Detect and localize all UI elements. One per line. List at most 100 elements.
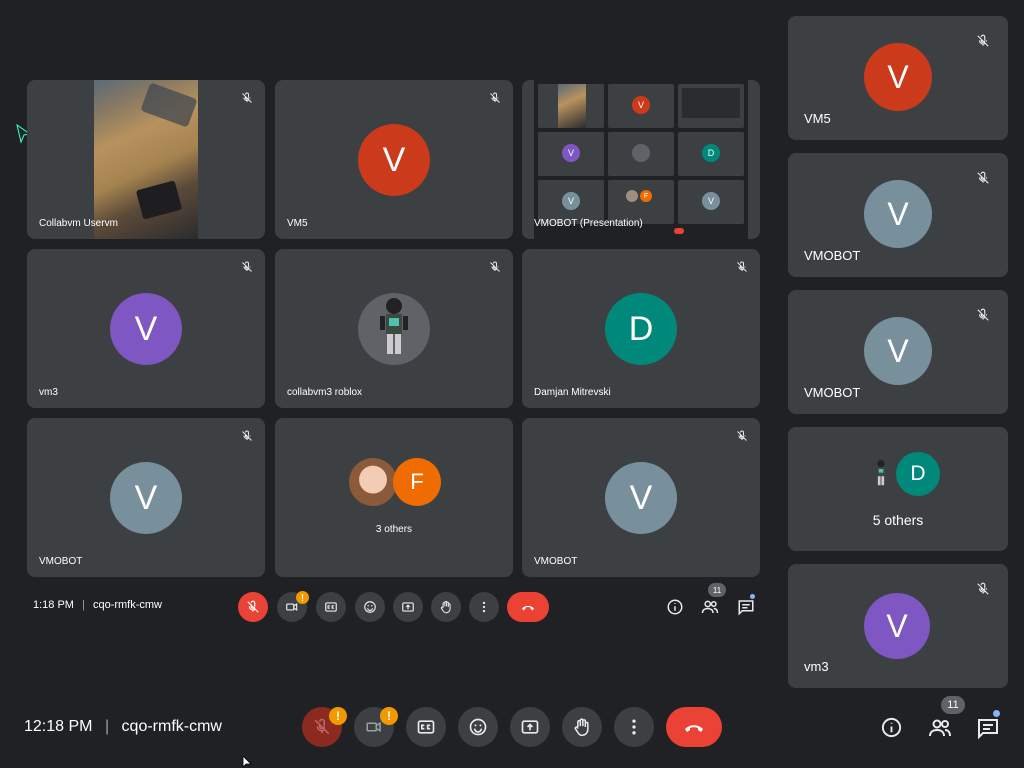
meeting-info: 12:18 PM | cqo-rmfk-cmw [24,718,222,736]
participant-tile-vm5[interactable]: V VM5 [275,80,513,239]
present-screen-icon [402,602,414,612]
avatar: V [358,124,430,196]
participant-tile-others[interactable]: F 3 others [275,418,513,577]
people-count-badge: 11 [708,583,726,597]
mic-off-icon [737,430,747,441]
sidebar-tile-vm3[interactable]: V vm3 [788,564,1008,688]
avatar-initial: V [887,58,909,95]
meeting-time: 1:18 PM [33,599,74,611]
mic-off-icon [977,582,989,595]
more-vert-icon [632,719,636,735]
more-options-button[interactable] [469,592,499,622]
participant-tile-collabvm-uservm[interactable]: Collabvm Uservm [27,80,265,239]
emoji-button[interactable] [458,707,498,747]
raise-hand-button[interactable] [431,592,461,622]
mic-off-icon [490,261,500,272]
end-call-button[interactable] [666,707,722,747]
mic-off-icon [977,308,989,321]
mic-off-icon [242,430,252,441]
emoji-icon [364,601,376,613]
sidebar-tile-vmobot[interactable]: V VMOBOT [788,153,1008,277]
sidebar-tile-vmobot-2[interactable]: V VMOBOT [788,290,1008,414]
hand-icon [440,600,451,614]
participant-tile-vm3[interactable]: V vm3 [27,249,265,408]
emoji-button[interactable] [355,592,385,622]
mic-off-icon [977,171,989,184]
meeting-code: cqo-rmfk-cmw [121,718,222,735]
avatar: V [864,593,930,659]
people-icon[interactable] [928,716,952,740]
captions-icon [325,602,337,612]
avatar: V [110,293,182,365]
participant-name: VM5 [804,111,831,126]
raise-hand-button[interactable] [562,707,602,747]
emoji-icon [469,718,487,736]
roblox-avatar-icon [877,460,885,486]
captions-icon [417,720,435,734]
participant-name: collabvm3 roblox [287,387,363,398]
participant-tile-vmobot-2[interactable]: V VMOBOT [522,418,760,577]
people-count-badge: 11 [941,696,965,714]
roblox-avatar-icon [380,298,408,354]
avatar-initial: V [134,309,158,348]
info-icon[interactable] [880,716,903,739]
people-icon[interactable] [701,598,719,616]
camera-warning-badge: ! [380,707,398,725]
mic-off-icon [737,261,747,272]
participant-tile-vmobot[interactable]: V VMOBOT [27,418,265,577]
end-call-icon [522,605,534,611]
mic-off-icon [490,92,500,103]
hand-icon [574,718,589,737]
camera-icon [286,603,298,611]
end-call-button[interactable] [507,592,549,622]
sidebar-tile-others[interactable]: D 5 others [788,427,1008,551]
avatar: D [896,452,940,496]
info-icon[interactable] [666,598,684,616]
avatar-photo [349,458,397,506]
avatar-initial: V [134,478,158,517]
separator: | [104,718,110,735]
present-button[interactable] [393,592,423,622]
avatar-initial: V [629,478,653,517]
presentation-feed: V V D V F V [534,80,748,239]
avatar: V [864,180,932,248]
participant-name: Collabvm Uservm [39,218,118,229]
captions-button[interactable] [316,592,346,622]
captions-button[interactable] [406,707,446,747]
mic-warning-badge: ! [329,707,347,725]
sidebar-tile-vm5[interactable]: V VM5 [788,16,1008,140]
participant-tile-damjan-mitrevski[interactable]: D Damjan Mitrevski [522,249,760,408]
mouse-cursor-icon [242,756,252,768]
others-count-label: 5 others [872,512,924,528]
participant-name: Damjan Mitrevski [534,387,611,398]
participant-name: VMOBOT [39,556,83,567]
chat-icon[interactable] [737,598,755,616]
others-count-label: 3 others [375,524,413,535]
avatar-initial: V [886,607,908,644]
avatar-initial: F [410,469,424,494]
mic-toggle-button[interactable] [238,592,268,622]
avatar-initial: V [887,332,909,369]
video-feed [94,80,198,239]
avatar: V [605,462,677,534]
end-call-icon [685,725,703,732]
camera-warning-badge: ! [296,591,309,604]
participant-name: VM5 [287,218,308,229]
avatar: V [864,43,932,111]
avatar-initial: V [382,140,406,179]
more-options-button[interactable] [614,707,654,747]
meeting-code: cqo-rmfk-cmw [92,599,163,611]
avatar: D [605,293,677,365]
participant-name: VMOBOT [804,385,861,400]
more-vert-icon [482,601,486,613]
chat-icon[interactable] [976,716,1000,740]
participant-name: vm3 [804,659,829,674]
mic-off-icon [242,92,252,103]
present-button[interactable] [510,707,550,747]
participant-tile-presentation[interactable]: V V D V F V VMOBOT (Presentation) [522,80,760,239]
avatar: V [110,462,182,534]
mic-off-icon [247,600,259,613]
participant-name: VMOBOT [804,248,861,263]
participant-tile-collabvm3-roblox[interactable]: collabvm3 roblox [275,249,513,408]
mic-off-icon [977,34,989,47]
